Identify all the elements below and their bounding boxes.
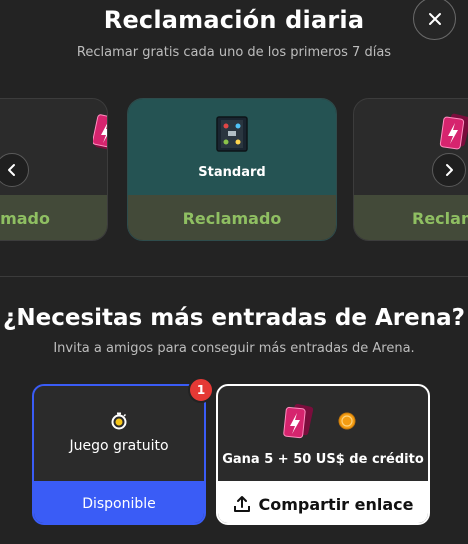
free-game-label: Juego gratuito xyxy=(69,438,169,454)
coin-icon xyxy=(338,412,356,430)
claim-status-right: Reclamado xyxy=(354,195,468,240)
pink-cards-icon xyxy=(283,403,314,439)
pink-cards-icon xyxy=(439,113,468,150)
day-card-center[interactable]: Standard Reclamado xyxy=(127,98,337,241)
share-link-option[interactable]: Gana 5 + 50 US$ de crédito Compartir enl… xyxy=(216,384,430,525)
chevron-right-icon xyxy=(446,164,453,176)
pack-name: Standard xyxy=(198,165,266,180)
carousel-next-button[interactable] xyxy=(432,153,466,187)
free-game-option[interactable]: Juego gratuito Disponible xyxy=(32,384,206,525)
share-link-button[interactable]: Compartir enlace xyxy=(218,481,428,523)
close-icon xyxy=(428,12,441,25)
stopwatch-icon xyxy=(111,412,127,430)
claim-status-center: Reclamado xyxy=(128,195,336,240)
chevron-left-icon xyxy=(8,164,15,176)
claim-status-left: Reclamado xyxy=(0,195,107,240)
page-subtitle: Reclamar gratis cada uno de los primeros… xyxy=(76,45,392,60)
arena-title: ¿Necesitas más entradas de Arena? xyxy=(3,305,465,331)
free-game-status: Disponible xyxy=(34,481,204,523)
close-button[interactable] xyxy=(413,0,456,40)
share-link-label: Compartir enlace xyxy=(258,494,414,514)
notification-badge: 1 xyxy=(188,377,214,403)
arena-subtitle: Invita a amigos para conseguir más entra… xyxy=(53,341,415,356)
page-title: Reclamación diaria xyxy=(103,6,365,34)
pink-cards-icon xyxy=(93,114,107,151)
share-reward-text: Gana 5 + 50 US$ de crédito xyxy=(222,452,424,467)
section-divider xyxy=(0,276,468,277)
share-upload-icon xyxy=(233,496,250,512)
daily-claim-carousel: Reclamado Standard Reclamado Recla xyxy=(0,98,468,242)
standard-pack-icon xyxy=(216,116,248,152)
